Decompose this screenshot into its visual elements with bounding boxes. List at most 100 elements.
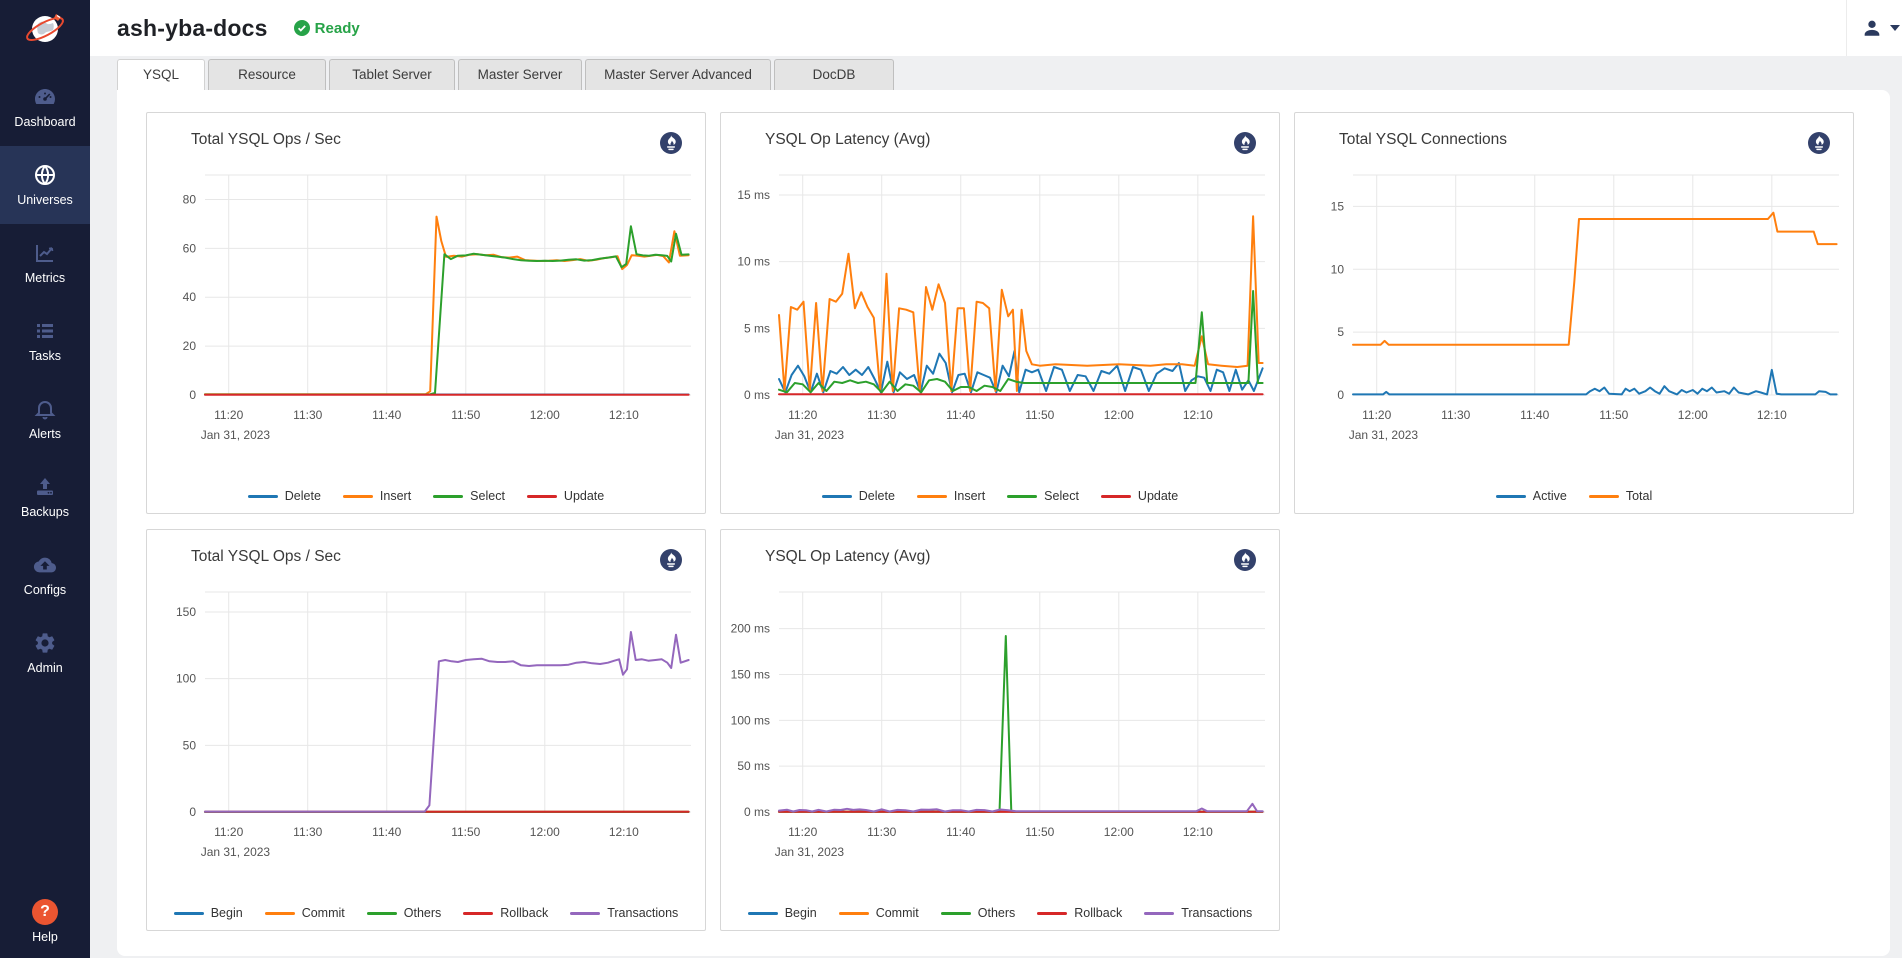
tab-master-server-advanced[interactable]: Master Server Advanced xyxy=(585,59,771,90)
chart-canvas: 05101511:2011:3011:4011:5012:0012:10Jan … xyxy=(1295,163,1853,461)
svg-text:40: 40 xyxy=(183,290,197,304)
chart-legend: Begin Commit Others Rollback Transactions xyxy=(147,906,705,920)
legend-item-select[interactable]: Select xyxy=(433,489,505,503)
legend-item-select[interactable]: Select xyxy=(1007,489,1079,503)
legend-item-delete[interactable]: Delete xyxy=(248,489,321,503)
legend-swatch xyxy=(463,912,493,915)
legend-label: Update xyxy=(1138,489,1178,503)
prometheus-icon[interactable] xyxy=(659,131,683,155)
svg-text:80: 80 xyxy=(183,192,197,206)
svg-text:11:40: 11:40 xyxy=(946,408,975,422)
legend-swatch xyxy=(527,495,557,498)
yugabyte-logo[interactable] xyxy=(0,0,90,56)
svg-text:11:50: 11:50 xyxy=(451,408,480,422)
svg-text:11:40: 11:40 xyxy=(1520,408,1549,422)
chart-panel-total-ysql-connections: Total YSQL Connections 05101511:2011:301… xyxy=(1294,112,1854,514)
main-content: YSQL Resource Tablet Server Master Serve… xyxy=(90,56,1902,958)
legend-item-rollback[interactable]: Rollback xyxy=(1037,906,1122,920)
legend-swatch xyxy=(570,912,600,915)
tab-panel-container: Total YSQL Ops / Sec 02040608011:2011:30… xyxy=(117,90,1890,956)
universe-title: ash-yba-docs xyxy=(117,15,268,42)
svg-text:15: 15 xyxy=(1331,199,1345,213)
svg-text:Jan 31, 2023: Jan 31, 2023 xyxy=(775,428,845,442)
tab-docdb[interactable]: DocDB xyxy=(774,59,894,90)
svg-text:12:10: 12:10 xyxy=(1757,408,1787,422)
prometheus-icon[interactable] xyxy=(659,548,683,572)
svg-text:Jan 31, 2023: Jan 31, 2023 xyxy=(775,845,845,859)
svg-text:11:30: 11:30 xyxy=(867,408,896,422)
chart-legend: Delete Insert Select Update xyxy=(147,489,705,503)
legend-item-update[interactable]: Update xyxy=(1101,489,1178,503)
legend-item-transactions[interactable]: Transactions xyxy=(570,906,678,920)
legend-swatch xyxy=(917,495,947,498)
svg-text:12:00: 12:00 xyxy=(1104,825,1134,839)
legend-item-commit[interactable]: Commit xyxy=(265,906,345,920)
sidebar-item-metrics[interactable]: Metrics xyxy=(0,224,90,302)
user-menu-button[interactable] xyxy=(1846,0,1902,56)
svg-text:0: 0 xyxy=(189,388,196,402)
status-badge: Ready xyxy=(294,20,360,37)
legend-swatch xyxy=(941,912,971,915)
svg-text:50 ms: 50 ms xyxy=(737,759,770,773)
help-icon: ? xyxy=(32,899,58,925)
prometheus-icon[interactable] xyxy=(1233,548,1257,572)
sidebar-item-tasks[interactable]: Tasks xyxy=(0,302,90,380)
legend-label: Others xyxy=(978,906,1016,920)
svg-text:11:50: 11:50 xyxy=(1599,408,1628,422)
legend-swatch xyxy=(1144,912,1174,915)
sidebar-item-label: Alerts xyxy=(29,427,61,441)
sidebar-item-configs[interactable]: Configs xyxy=(0,536,90,614)
legend-item-others[interactable]: Others xyxy=(367,906,442,920)
legend-item-begin[interactable]: Begin xyxy=(174,906,243,920)
chart-panel-ysql-op-latency: YSQL Op Latency (Avg) 0 ms5 ms10 ms15 ms… xyxy=(720,112,1280,514)
legend-item-active[interactable]: Active xyxy=(1496,489,1567,503)
chart-title: Total YSQL Ops / Sec xyxy=(191,131,341,149)
sidebar-item-label: Help xyxy=(32,930,58,944)
tab-resource[interactable]: Resource xyxy=(208,59,326,90)
prometheus-icon[interactable] xyxy=(1807,131,1831,155)
svg-text:11:20: 11:20 xyxy=(788,825,817,839)
chart-legend: Begin Commit Others Rollback Transactions xyxy=(721,906,1279,920)
svg-text:200 ms: 200 ms xyxy=(731,622,770,636)
sidebar-item-backups[interactable]: Backups xyxy=(0,458,90,536)
legend-item-transactions[interactable]: Transactions xyxy=(1144,906,1252,920)
svg-text:11:40: 11:40 xyxy=(372,825,401,839)
tab-tablet-server[interactable]: Tablet Server xyxy=(329,59,455,90)
sidebar-item-admin[interactable]: Admin xyxy=(0,614,90,692)
legend-swatch xyxy=(367,912,397,915)
legend-item-total[interactable]: Total xyxy=(1589,489,1652,503)
chart-canvas: 0 ms50 ms100 ms150 ms200 ms11:2011:3011:… xyxy=(721,580,1279,878)
legend-item-begin[interactable]: Begin xyxy=(748,906,817,920)
legend-label: Transactions xyxy=(1181,906,1252,920)
sidebar-item-help[interactable]: ? Help xyxy=(0,899,90,944)
legend-swatch xyxy=(1589,495,1619,498)
legend-swatch xyxy=(174,912,204,915)
legend-swatch xyxy=(1101,495,1131,498)
prometheus-icon[interactable] xyxy=(1233,131,1257,155)
legend-item-delete[interactable]: Delete xyxy=(822,489,895,503)
legend-item-commit[interactable]: Commit xyxy=(839,906,919,920)
sidebar-item-label: Dashboard xyxy=(14,115,75,129)
user-icon xyxy=(1861,17,1883,39)
legend-label: Active xyxy=(1533,489,1567,503)
svg-text:12:00: 12:00 xyxy=(1104,408,1134,422)
sidebar-item-universes[interactable]: Universes xyxy=(0,146,90,224)
legend-item-insert[interactable]: Insert xyxy=(343,489,411,503)
chart-title: YSQL Op Latency (Avg) xyxy=(765,548,930,566)
tab-ysql[interactable]: YSQL xyxy=(117,59,205,90)
legend-item-update[interactable]: Update xyxy=(527,489,604,503)
svg-text:11:20: 11:20 xyxy=(788,408,817,422)
sidebar-item-alerts[interactable]: Alerts xyxy=(0,380,90,458)
sidebar-item-label: Configs xyxy=(24,583,66,597)
legend-label: Total xyxy=(1626,489,1652,503)
svg-text:15 ms: 15 ms xyxy=(737,188,770,202)
legend-item-insert[interactable]: Insert xyxy=(917,489,985,503)
tab-master-server[interactable]: Master Server xyxy=(458,59,582,90)
legend-item-rollback[interactable]: Rollback xyxy=(463,906,548,920)
chart-panel-total-ysql-ops-transactions: Total YSQL Ops / Sec 05010015011:2011:30… xyxy=(146,529,706,931)
sidebar-item-dashboard[interactable]: Dashboard xyxy=(0,68,90,146)
task-list-icon xyxy=(33,319,57,343)
chart-title: YSQL Op Latency (Avg) xyxy=(765,131,930,149)
legend-item-others[interactable]: Others xyxy=(941,906,1016,920)
svg-text:100: 100 xyxy=(176,672,196,686)
